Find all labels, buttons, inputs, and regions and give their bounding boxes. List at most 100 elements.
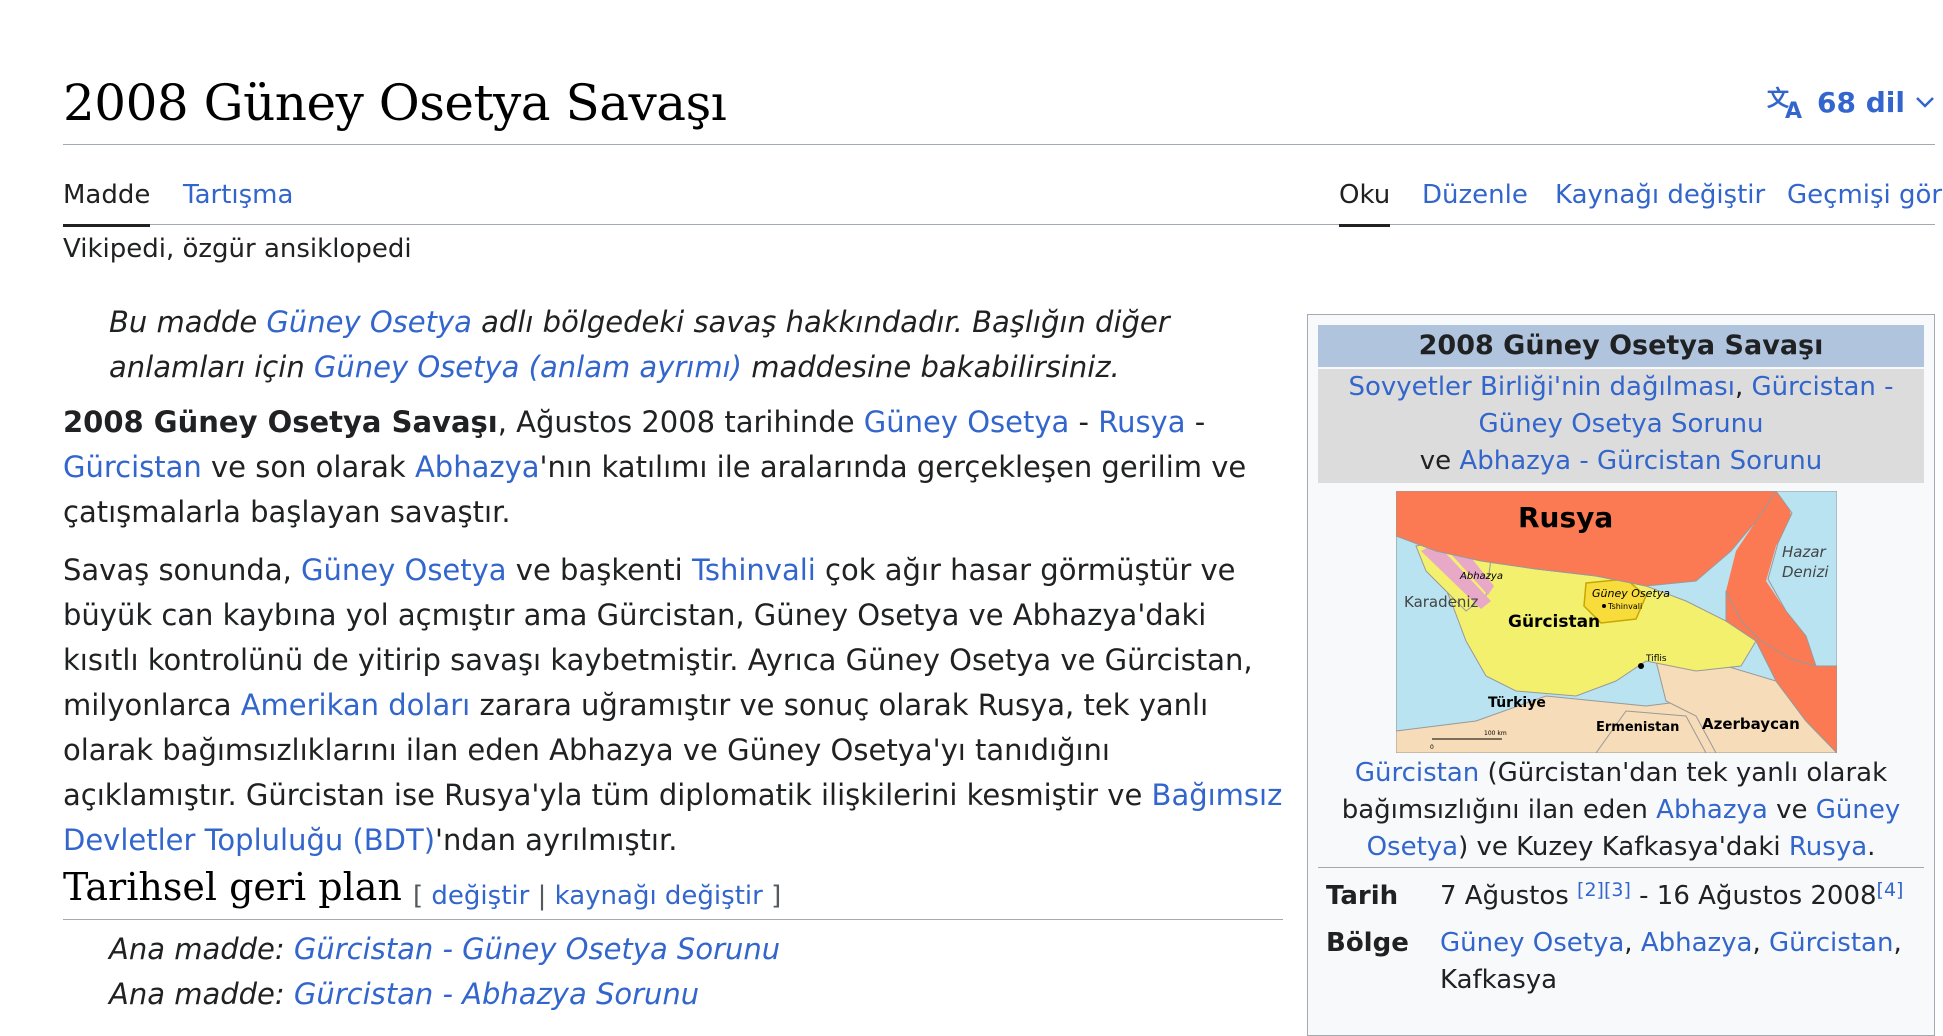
hatnote-text: Bu madde	[109, 305, 267, 339]
page-title: 2008 Güney Osetya Savaşı	[63, 74, 727, 132]
link-abhazya[interactable]: Abhazya	[1641, 928, 1753, 958]
tab-gecmisi-gor[interactable]: Geçmişi gör	[1787, 180, 1942, 224]
date-text: - 16 Ağustos 2008	[1630, 881, 1877, 911]
map-label-hazar: Hazar	[1782, 543, 1827, 561]
language-count: 68 dil	[1817, 85, 1905, 119]
tab-oku[interactable]: Oku	[1339, 180, 1391, 227]
link-abhazya[interactable]: Abhazya	[415, 450, 540, 484]
region-text: Kafkasya	[1440, 965, 1558, 995]
article-subject: 2008 Güney Osetya Savaşı	[63, 405, 498, 439]
body-paragraph: Savaş sonunda, Güney Osetya ve başkenti …	[63, 548, 1283, 863]
intro-text: , Ağustos 2008 tarihinde	[497, 405, 864, 439]
tab-tartisma[interactable]: Tartışma	[183, 180, 293, 224]
link-rusya[interactable]: Rusya	[1789, 832, 1867, 862]
bracket: ]	[762, 881, 782, 911]
link-guney-osetya[interactable]: Güney Osetya	[301, 553, 507, 587]
map-scale-zero: 0	[1430, 744, 1434, 751]
hatnote-text: maddesine bakabilirsiniz.	[741, 350, 1120, 384]
separator: |	[529, 881, 555, 911]
map-label-karadeniz: Karadeniz	[1404, 593, 1479, 611]
intro-text: -	[1185, 405, 1206, 439]
map-label-tiflis: Tiflis	[1645, 654, 1667, 664]
body-text: 'ndan ayrılmıştır.	[435, 823, 678, 857]
separator: ,	[1752, 928, 1770, 958]
tab-madde[interactable]: Madde	[63, 180, 151, 227]
intro-text: -	[1069, 405, 1099, 439]
reference-link[interactable]: [4]	[1877, 879, 1904, 901]
region-map-image: Rusya Hazar Denizi Abhazya Güney Osetya …	[1395, 490, 1839, 755]
caption-text: ve	[1767, 795, 1816, 825]
bracket: [	[413, 881, 432, 911]
section-edit-link[interactable]: değiştir	[431, 881, 529, 911]
infobox-title: 2008 Güney Osetya Savaşı	[1318, 325, 1924, 367]
link-amerikan-dolari[interactable]: Amerikan doları	[241, 688, 471, 722]
main-article-note: Ana madde: Gürcistan - Abhazya Sorunu	[109, 977, 699, 1011]
main-article-prefix: Ana madde:	[109, 977, 294, 1011]
tab-duzenle[interactable]: Düzenle	[1422, 180, 1528, 224]
section-edit-source-link[interactable]: kaynağı değiştir	[555, 881, 763, 911]
link-main-article[interactable]: Gürcistan - Abhazya Sorunu	[294, 977, 699, 1011]
article-page: 2008 Güney Osetya Savaşı 文 A 68 dil Madd…	[63, 0, 1942, 1036]
hatnote: Bu madde Güney Osetya adlı bölgedeki sav…	[63, 300, 1283, 390]
language-button[interactable]: 文 A 68 dil	[1767, 84, 1935, 120]
link-gurcistan[interactable]: Gürcistan	[1769, 928, 1893, 958]
reference-link[interactable]: [2]	[1577, 879, 1604, 901]
separator: ,	[1893, 928, 1902, 958]
body-text: Savaş sonunda,	[63, 553, 302, 587]
infobox-map[interactable]: Rusya Hazar Denizi Abhazya Güney Osetya …	[1395, 490, 1839, 755]
link-tshinvali[interactable]: Tshinvali	[692, 553, 816, 587]
map-scale-label: 100 km	[1484, 730, 1507, 737]
map-label-turkiye: Türkiye	[1488, 695, 1546, 711]
intro-paragraph: 2008 Güney Osetya Savaşı, Ağustos 2008 t…	[63, 400, 1283, 535]
context-text: ve	[1419, 446, 1460, 476]
link-abhazya[interactable]: Abhazya	[1656, 795, 1768, 825]
tab-kaynagi-degistir[interactable]: Kaynağı değiştir	[1555, 180, 1765, 224]
section-title: Tarihsel geri plan	[63, 865, 402, 909]
map-label-azerbaycan: Azerbaycan	[1702, 715, 1800, 733]
link-main-article[interactable]: Gürcistan - Güney Osetya Sorunu	[294, 932, 780, 966]
svg-text:A: A	[1785, 99, 1802, 120]
map-label-ermenistan: Ermenistan	[1596, 720, 1679, 735]
site-tagline: Vikipedi, özgür ansiklopedi	[63, 234, 412, 264]
row-label: Tarih	[1326, 881, 1399, 911]
reference-link[interactable]: [3]	[1604, 879, 1631, 901]
page-tabs: Madde Tartışma Oku Düzenle Kaynağı değiş…	[63, 172, 1942, 227]
section-edit-links: [ değiştir | kaynağı değiştir ]	[413, 881, 781, 911]
infobox-context: Sovyetler Birliği'nin dağılması, Gürcist…	[1318, 369, 1924, 483]
link-abhazya-gurcistan-sorunu[interactable]: Abhazya - Gürcistan Sorunu	[1459, 446, 1822, 476]
map-label-guney-osetya: Güney Osetya	[1592, 587, 1670, 600]
map-caption: Gürcistan (Gürcistan'dan tek yanlı olara…	[1312, 755, 1930, 866]
map-label-rusya: Rusya	[1518, 501, 1613, 534]
map-label-gurcistan: Gürcistan	[1508, 612, 1600, 632]
main-article-note: Ana madde: Gürcistan - Güney Osetya Soru…	[109, 932, 780, 966]
date-text: 7 Ağustos	[1440, 881, 1578, 911]
chevron-down-icon	[1915, 95, 1935, 109]
link-guney-osetya[interactable]: Güney Osetya	[266, 305, 472, 339]
map-label-denizi: Denizi	[1782, 563, 1829, 581]
link-guney-osetya[interactable]: Güney Osetya	[1440, 928, 1624, 958]
infobox-divider	[1318, 867, 1924, 868]
link-gurcistan[interactable]: Gürcistan	[1355, 758, 1479, 788]
body-text: ve başkenti	[506, 553, 692, 587]
caption-text: ) ve Kuzey Kafkasya'daki	[1458, 832, 1789, 862]
caption-text: .	[1867, 832, 1876, 862]
row-label: Bölge	[1326, 928, 1409, 958]
article-body: Bu madde Güney Osetya adlı bölgedeki sav…	[63, 300, 1283, 876]
translate-icon: 文 A	[1767, 84, 1807, 120]
intro-text: ve son olarak	[201, 450, 415, 484]
infobox: 2008 Güney Osetya Savaşı Sovyetler Birli…	[1307, 314, 1935, 1036]
separator: ,	[1624, 928, 1641, 958]
separator: ,	[1734, 372, 1752, 402]
row-value: Güney Osetya, Abhazya, Gürcistan, Kafkasy…	[1440, 925, 1920, 999]
main-article-prefix: Ana madde:	[109, 932, 294, 966]
link-gurcistan[interactable]: Gürcistan	[63, 450, 202, 484]
link-guney-osetya[interactable]: Güney Osetya	[864, 405, 1070, 439]
section-heading: Tarihsel geri plan [ değiştir | kaynağı …	[63, 865, 1283, 920]
row-value: 7 Ağustos [2][3] - 16 Ağustos 2008[4]	[1440, 878, 1920, 915]
link-sovyetler[interactable]: Sovyetler Birliği'nin dağılması	[1348, 372, 1734, 402]
link-rusya[interactable]: Rusya	[1098, 405, 1185, 439]
map-label-abhazya: Abhazya	[1459, 571, 1503, 582]
link-disambiguation[interactable]: Güney Osetya (anlam ayrımı)	[314, 350, 742, 384]
title-bar: 2008 Güney Osetya Savaşı 文 A 68 dil	[63, 68, 1935, 145]
map-label-tshinvali: Tshinvali	[1607, 602, 1642, 611]
